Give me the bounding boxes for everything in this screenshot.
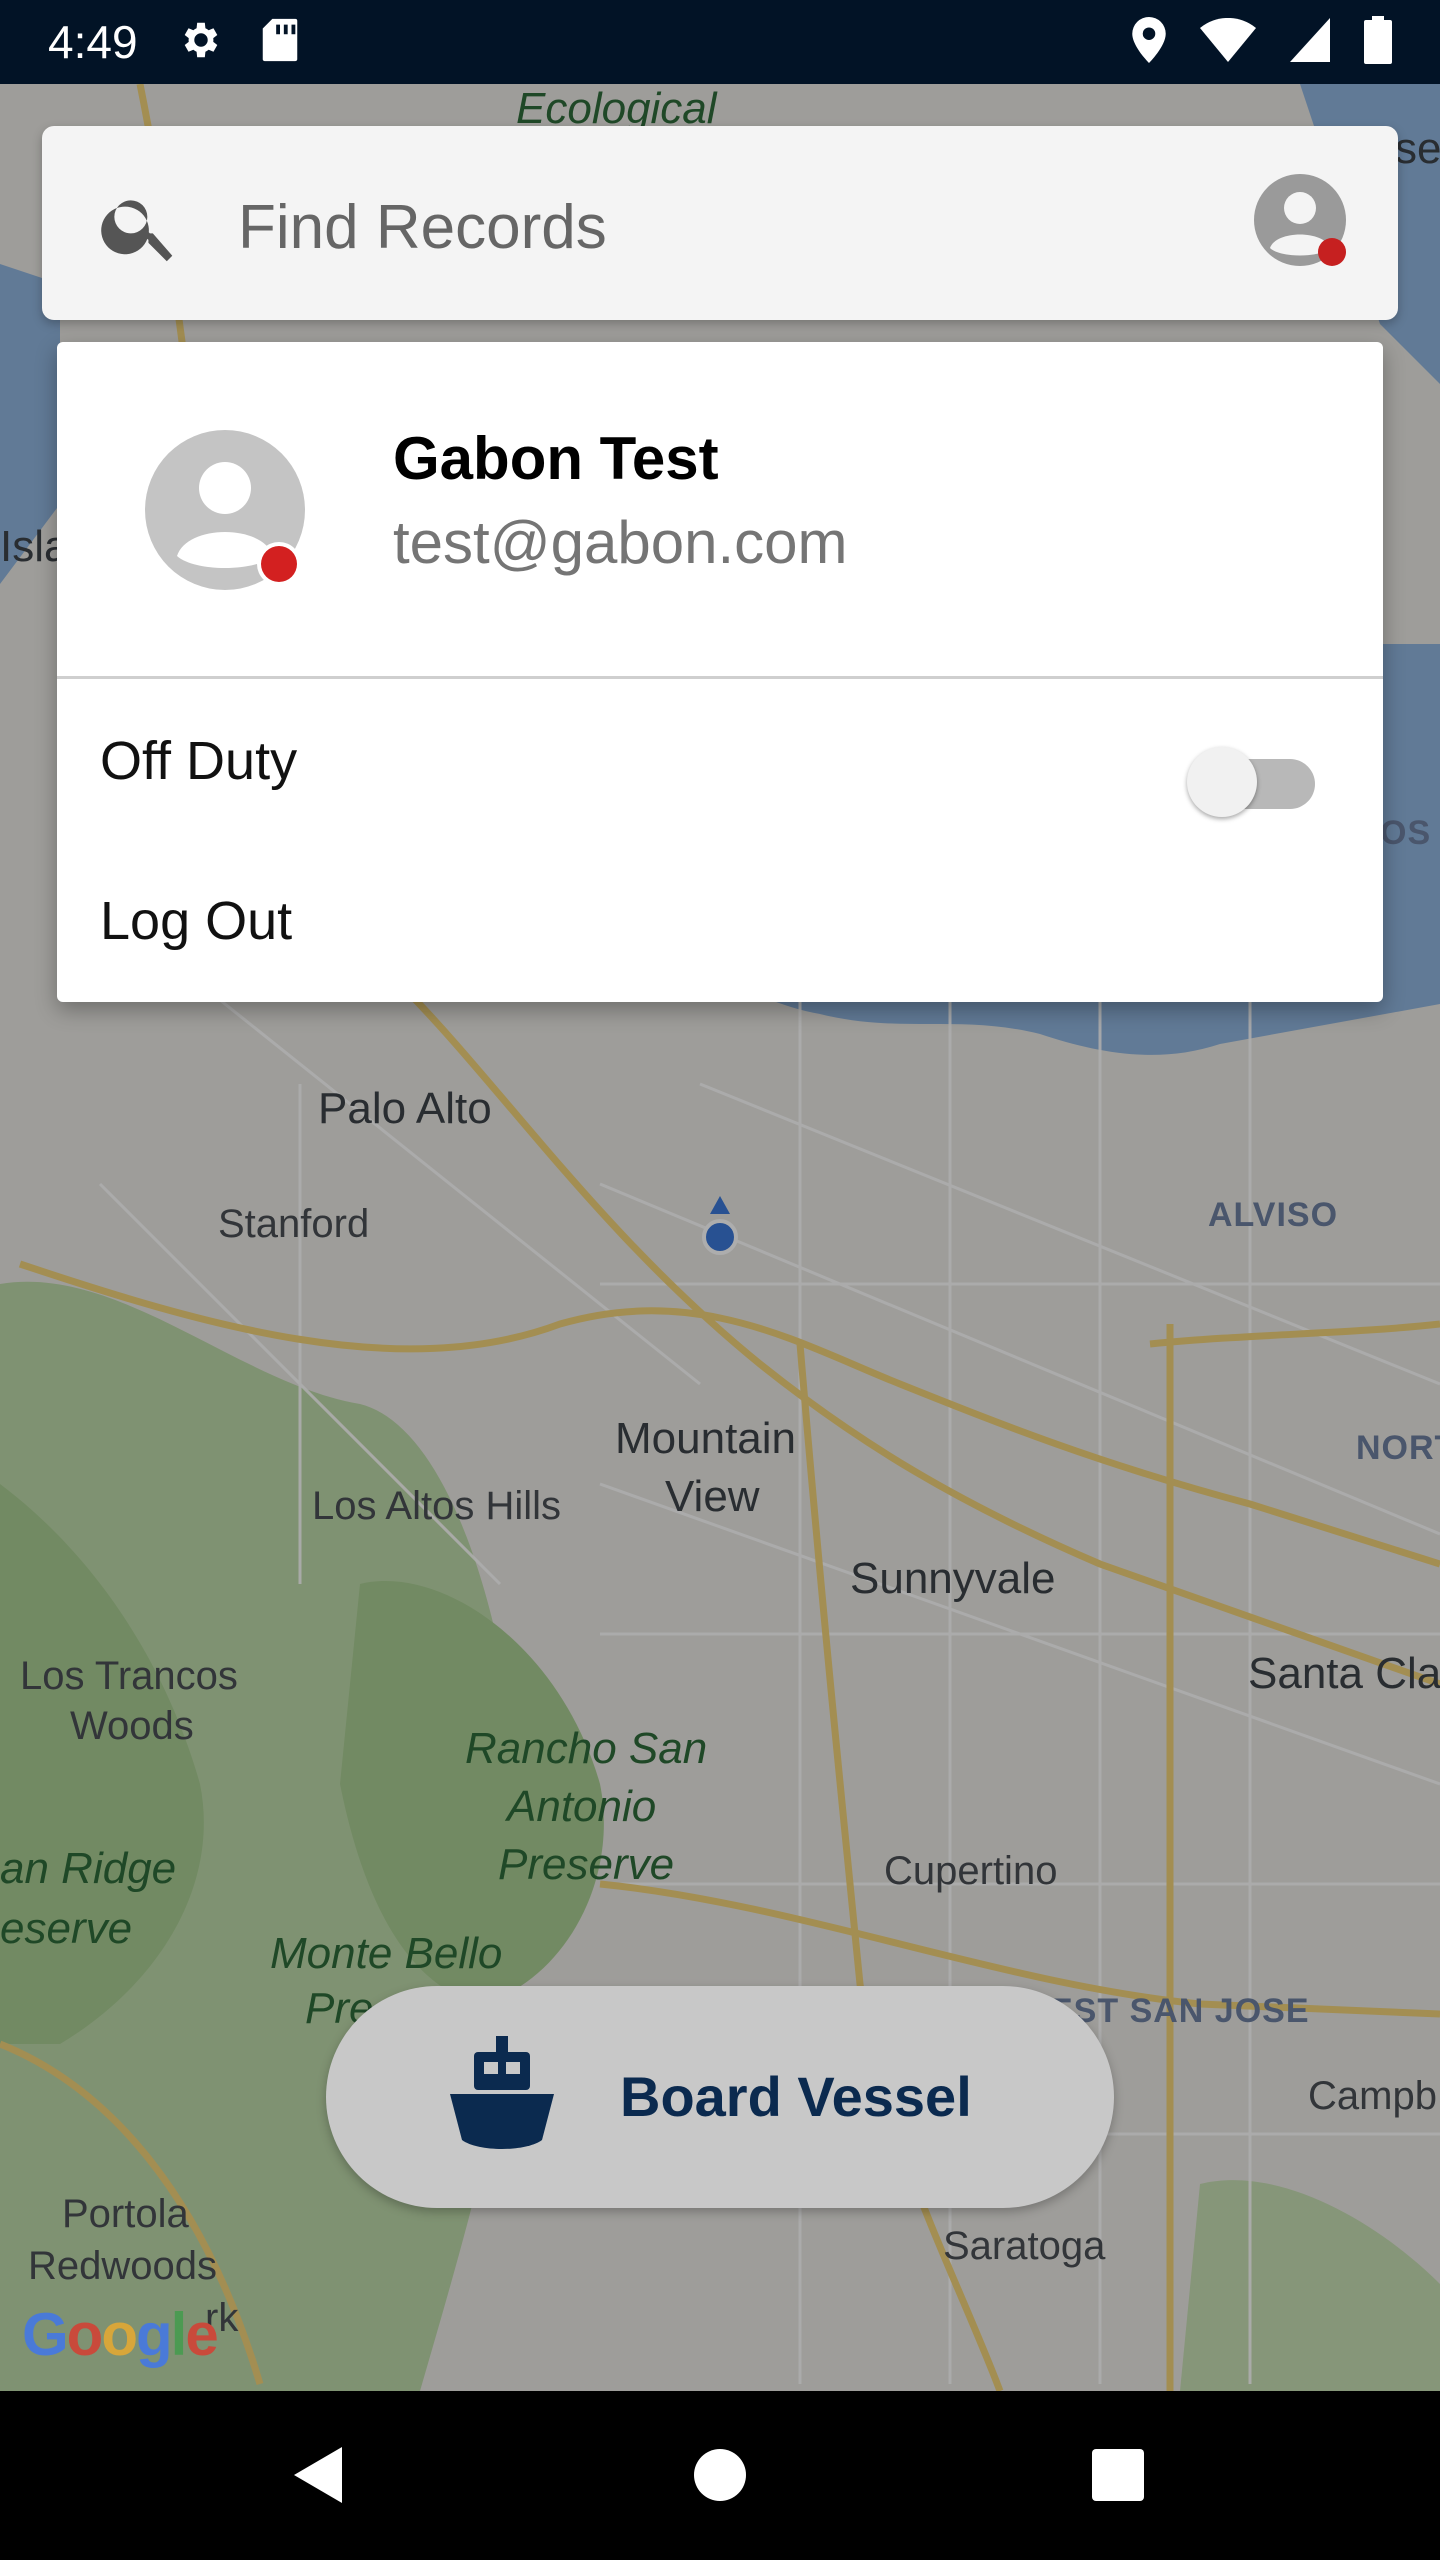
google-logo: Google bbox=[22, 2301, 219, 2368]
search-bar[interactable]: Find Records bbox=[42, 126, 1398, 320]
off-duty-toggle[interactable] bbox=[1187, 737, 1327, 819]
search-input[interactable]: Find Records bbox=[238, 192, 607, 263]
board-vessel-button[interactable]: Board Vessel bbox=[326, 1986, 1114, 2208]
log-out-item[interactable]: Log Out bbox=[100, 890, 292, 952]
profile-avatar-icon bbox=[143, 428, 307, 592]
back-icon[interactable] bbox=[290, 2445, 346, 2510]
location-icon bbox=[1132, 16, 1166, 68]
recents-icon[interactable] bbox=[1092, 2449, 1144, 2501]
account-avatar-icon[interactable] bbox=[1252, 172, 1348, 268]
home-icon[interactable] bbox=[694, 2449, 746, 2501]
battery-icon bbox=[1364, 15, 1392, 69]
signal-icon bbox=[1290, 17, 1330, 67]
search-icon[interactable] bbox=[96, 182, 184, 270]
navigation-bar bbox=[0, 2391, 1440, 2560]
profile-menu: Gabon Test test@gabon.com Off Duty Log O… bbox=[57, 342, 1383, 1002]
wifi-icon bbox=[1200, 17, 1256, 67]
status-time: 4:49 bbox=[48, 16, 138, 68]
menu-divider bbox=[57, 676, 1383, 679]
ship-icon bbox=[446, 2036, 558, 2156]
toggle-thumb bbox=[1187, 747, 1257, 817]
profile-name: Gabon Test bbox=[393, 425, 719, 492]
board-vessel-label: Board Vessel bbox=[620, 2065, 972, 2128]
sd-card-icon bbox=[260, 17, 300, 68]
profile-email: test@gabon.com bbox=[393, 509, 848, 576]
off-duty-label[interactable]: Off Duty bbox=[100, 730, 297, 792]
status-bar: 4:49 bbox=[0, 0, 1440, 84]
settings-icon bbox=[178, 17, 224, 68]
